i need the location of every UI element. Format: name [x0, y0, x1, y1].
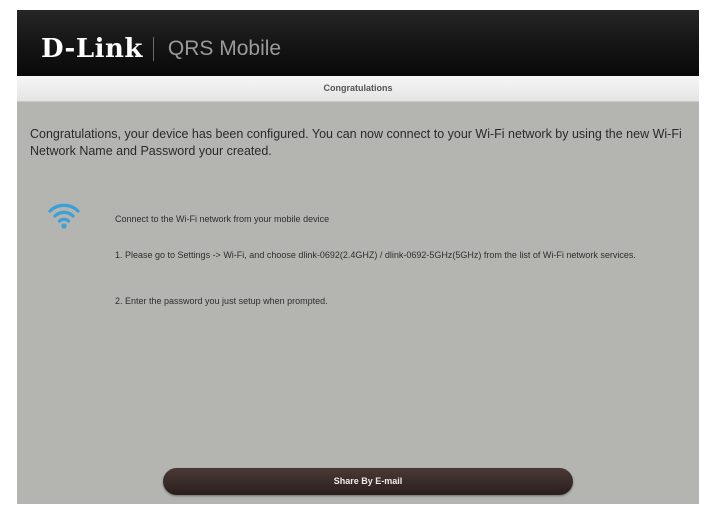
main-content: Congratulations, your device has been co…: [17, 102, 699, 504]
intro-text: Congratulations, your device has been co…: [30, 127, 682, 158]
brand: D-Link QRS Mobile: [41, 34, 281, 64]
dlink-logo: D-Link: [41, 34, 143, 64]
app-header: D-Link QRS Mobile: [17, 10, 699, 76]
product-name: QRS Mobile: [167, 37, 282, 60]
step-1-text: 1. Please go to Settings -> Wi-Fi, and c…: [115, 250, 636, 260]
wifi-icon: [47, 198, 81, 232]
step-2-text: 2. Enter the password you just setup whe…: [115, 296, 328, 306]
page-title: Congratulations: [17, 76, 699, 102]
brand-divider: [152, 37, 154, 61]
connect-instruction: Connect to the Wi-Fi network from your m…: [115, 214, 330, 224]
app-frame: D-Link QRS Mobile Congratulations Congra…: [17, 10, 699, 504]
share-by-email-button[interactable]: Share By E-mail: [163, 468, 573, 495]
